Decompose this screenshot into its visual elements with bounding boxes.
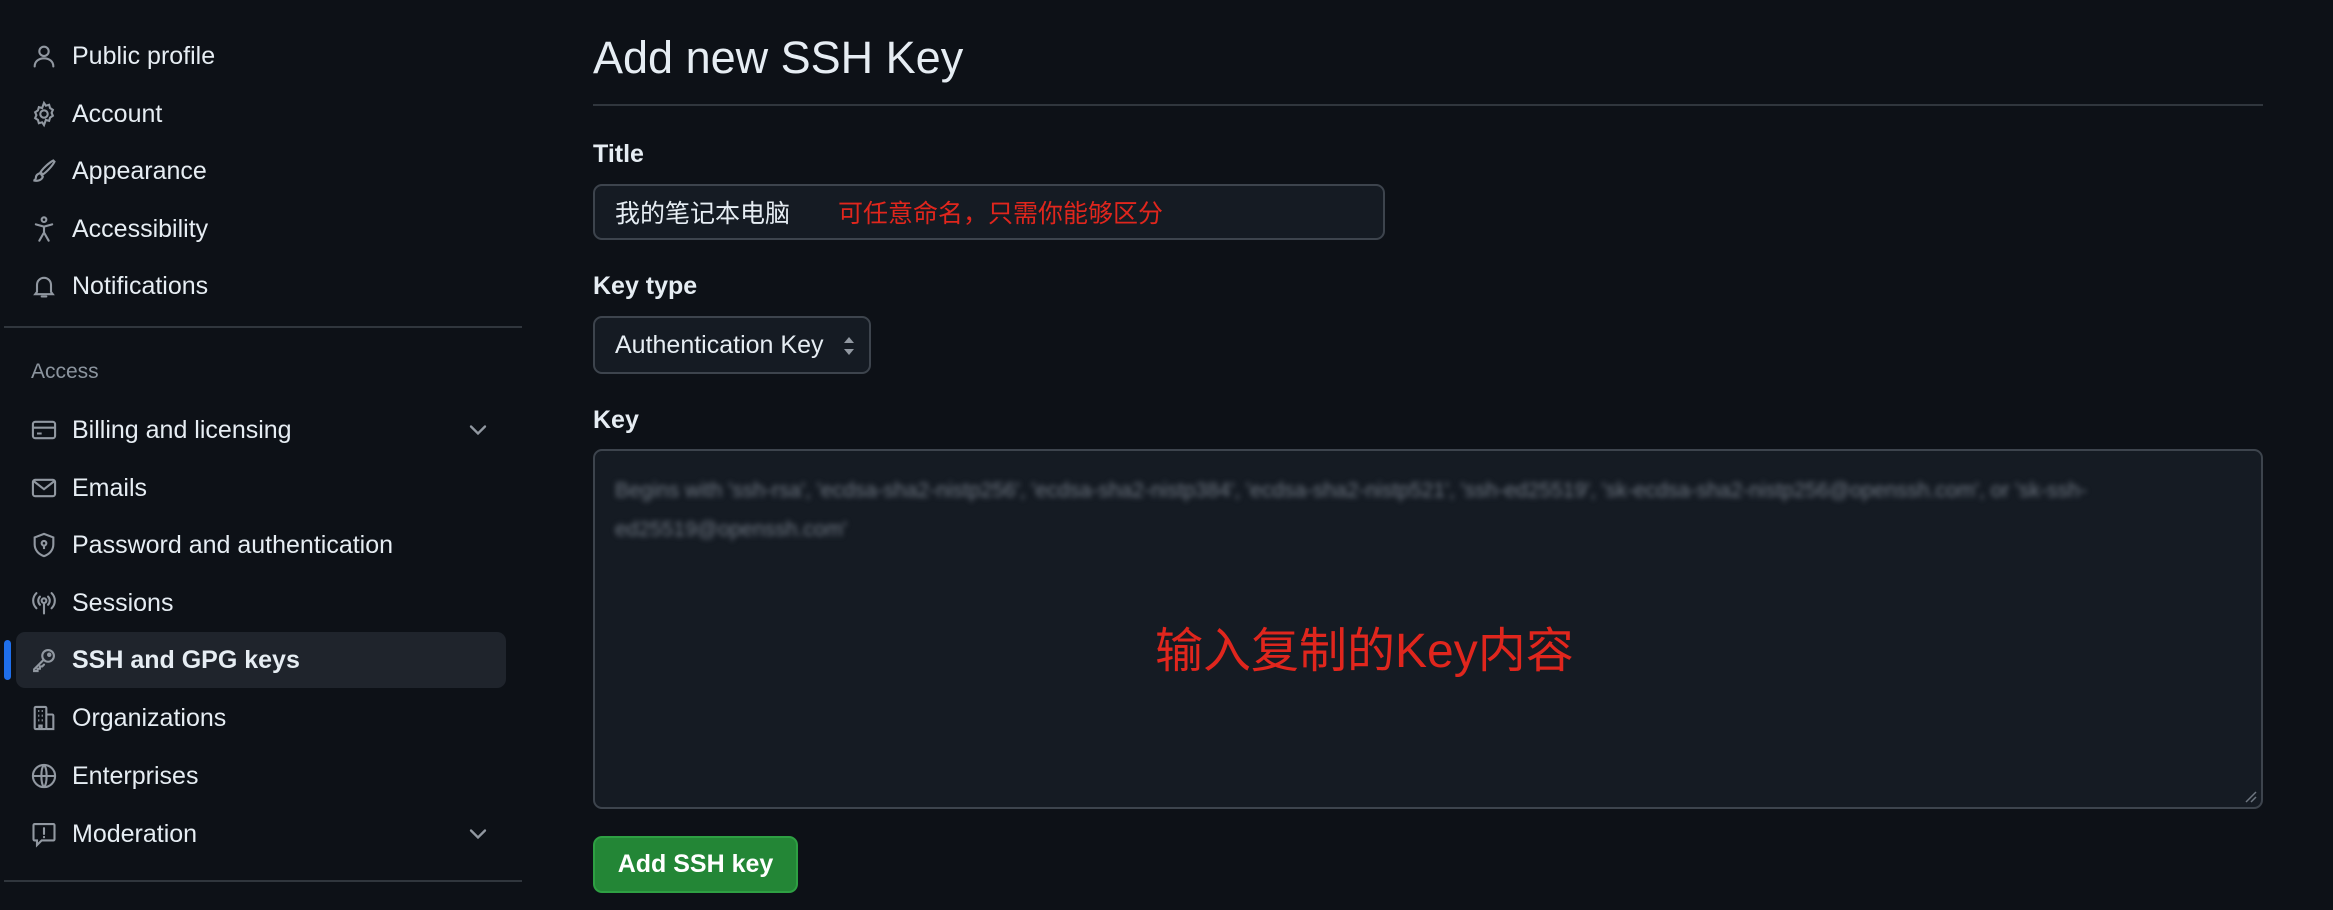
sidebar-item-appearance[interactable]: Appearance [16, 143, 506, 199]
sidebar-item-password-authentication[interactable]: Password and authentication [16, 517, 506, 573]
key-annotation: 输入复制的Key内容 [1155, 625, 1574, 678]
title-input-value: 我的笔记本电脑 [615, 200, 791, 228]
sidebar-divider [4, 880, 522, 882]
sidebar-item-label: Moderation [72, 819, 198, 848]
sidebar-item-moderation[interactable]: Moderation [16, 806, 506, 862]
sidebar-item-label: Appearance [72, 156, 207, 185]
sidebar-item-label: Emails [72, 473, 148, 502]
key-placeholder: Begins with 'ssh-rsa', 'ecdsa-sha2-nistp… [615, 479, 2087, 541]
accessibility-icon [30, 215, 58, 243]
sidebar-divider [4, 326, 522, 328]
sidebar-item-label: Accessibility [72, 214, 209, 243]
globe-icon [30, 762, 58, 790]
organization-icon [30, 704, 58, 732]
main-content: Add new SSH Key Title 我的笔记本电脑 可任意命名，只需你能… [593, 0, 2263, 910]
sidebar-item-enterprises[interactable]: Enterprises [16, 748, 506, 804]
paintbrush-icon [30, 157, 58, 185]
sidebar-item-organizations[interactable]: Organizations [16, 690, 506, 746]
report-icon [30, 820, 58, 848]
key-textarea[interactable]: Begins with 'ssh-rsa', 'ecdsa-sha2-nistp… [593, 449, 2263, 809]
sidebar-item-account[interactable]: Account [16, 86, 506, 142]
sidebar-item-label: Notifications [72, 271, 209, 300]
gear-icon [30, 100, 58, 128]
broadcast-icon [30, 589, 58, 617]
credit-card-icon [30, 416, 58, 444]
chevron-down-icon[interactable] [464, 416, 492, 444]
key-type-select[interactable]: Authentication Key [593, 316, 871, 374]
key-icon [30, 646, 58, 674]
active-indicator [4, 640, 11, 680]
key-field-label: Key [593, 406, 639, 434]
resize-handle-icon[interactable] [2243, 789, 2257, 803]
select-arrows-icon [844, 337, 854, 355]
title-annotation: 可任意命名，只需你能够区分 [838, 200, 1164, 228]
sidebar-item-label: Password and authentication [72, 530, 394, 559]
shield-lock-icon [30, 531, 58, 559]
sidebar-item-label: Enterprises [72, 761, 199, 790]
sidebar-item-label: Account [72, 99, 163, 128]
sidebar-item-sessions[interactable]: Sessions [16, 575, 506, 631]
title-divider [593, 104, 2263, 106]
title-input[interactable]: 我的笔记本电脑 可任意命名，只需你能够区分 [593, 184, 1385, 240]
sidebar-item-ssh-gpg-keys[interactable]: SSH and GPG keys [16, 632, 506, 688]
sidebar-item-notifications[interactable]: Notifications [16, 258, 506, 314]
settings-sidebar: Public profile Account Appearance Access… [0, 0, 522, 910]
sidebar-item-accessibility[interactable]: Accessibility [16, 201, 506, 257]
add-ssh-key-button[interactable]: Add SSH key [593, 836, 798, 893]
sidebar-item-label: SSH and GPG keys [72, 645, 300, 674]
key-type-label: Key type [593, 272, 698, 300]
sidebar-item-label: Billing and licensing [72, 415, 292, 444]
person-icon [30, 42, 58, 70]
sidebar-item-emails[interactable]: Emails [16, 460, 506, 516]
chevron-down-icon[interactable] [464, 820, 492, 848]
title-field-label: Title [593, 140, 644, 168]
sidebar-item-public-profile[interactable]: Public profile [16, 28, 506, 84]
sidebar-item-billing[interactable]: Billing and licensing [16, 402, 506, 458]
mail-icon [30, 474, 58, 502]
sidebar-item-label: Public profile [72, 41, 216, 70]
sidebar-item-label: Organizations [72, 703, 227, 732]
key-type-selected: Authentication Key [615, 330, 824, 359]
bell-icon [30, 272, 58, 300]
sidebar-section-label: Access [31, 360, 99, 383]
sidebar-item-label: Sessions [72, 588, 174, 617]
page-title: Add new SSH Key [593, 32, 964, 83]
